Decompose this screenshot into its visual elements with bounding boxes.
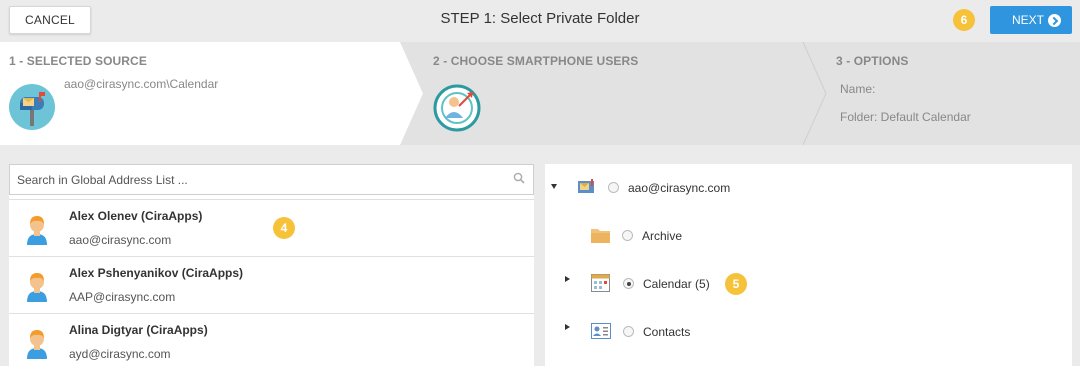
user-name: Alex Olenev (CiraApps)	[69, 209, 203, 223]
user-name: Alina Digtyar (CiraApps)	[69, 323, 208, 337]
user-list-item[interactable]: Alex Olenev (CiraApps) aao@cirasync.com …	[9, 199, 534, 256]
search-placeholder: Search in Global Address List ...	[17, 173, 188, 187]
tree-item-label: Calendar (5)	[643, 277, 710, 291]
user-list-item[interactable]: Alina Digtyar (CiraApps) ayd@cirasync.co…	[9, 313, 534, 366]
radio-button[interactable]	[622, 230, 633, 241]
radio-button-selected[interactable]	[623, 278, 634, 289]
caret-right-icon[interactable]	[565, 324, 570, 330]
caret-right-icon[interactable]	[565, 276, 570, 282]
next-button[interactable]: NEXT	[990, 6, 1072, 34]
tree-root-label: aao@cirasync.com	[628, 181, 731, 195]
step-2-title: 2 - CHOOSE SMARTPHONE USERS	[433, 54, 639, 68]
options-folder-label: Folder: Default Calendar	[840, 110, 971, 124]
radio-button[interactable]	[608, 182, 619, 193]
user-email: aao@cirasync.com	[69, 233, 172, 247]
tree-item-contacts[interactable]: Contacts	[545, 320, 1072, 344]
user-avatar-icon	[27, 216, 47, 245]
user-email: ayd@cirasync.com	[69, 347, 171, 361]
search-icon	[513, 172, 525, 184]
mailbox-icon	[9, 84, 55, 130]
step-1-title: 1 - SELECTED SOURCE	[9, 54, 147, 68]
selected-source-path: aao@cirasync.com\Calendar	[64, 77, 219, 91]
user-email: AAP@cirasync.com	[69, 290, 176, 304]
calendar-icon	[591, 274, 610, 292]
step-badge-6: 6	[953, 9, 975, 31]
tree-item-label: Contacts	[643, 325, 691, 339]
folder-tree-panel: aao@cirasync.com Archive Calendar (5) 5	[545, 164, 1072, 366]
step-3-title: 3 - OPTIONS	[836, 54, 909, 68]
radio-button[interactable]	[623, 326, 634, 337]
contacts-icon	[591, 323, 611, 339]
step-badge-5: 5	[725, 273, 747, 295]
options-name-label: Name:	[840, 82, 876, 96]
mailbox-account-icon	[578, 179, 594, 193]
user-list-item[interactable]: Alex Pshenyanikov (CiraApps) AAP@cirasyn…	[9, 256, 534, 313]
caret-down-icon[interactable]	[551, 184, 557, 189]
page-title: STEP 1: Select Private Folder	[440, 10, 640, 27]
next-button-label: NEXT	[1012, 13, 1045, 27]
wizard-steps: 1 - SELECTED SOURCE aao@cirasync.com\Cal…	[0, 42, 1080, 145]
user-avatar-icon	[27, 273, 47, 302]
search-input[interactable]: Search in Global Address List ...	[9, 164, 534, 195]
tree-item-label: Archive	[642, 229, 683, 243]
tree-root[interactable]: aao@cirasync.com	[545, 176, 1072, 200]
user-avatar-icon	[27, 330, 47, 359]
user-list-panel: Search in Global Address List ... Alex O…	[9, 164, 534, 366]
tree-item-archive[interactable]: Archive	[545, 224, 1072, 248]
arrow-right-icon	[1048, 14, 1061, 27]
top-bar: CANCEL STEP 1: Select Private Folder 6 N…	[0, 0, 1080, 42]
user-name: Alex Pshenyanikov (CiraApps)	[69, 266, 244, 280]
target-user-icon	[433, 84, 481, 132]
tree-item-calendar[interactable]: Calendar (5) 5	[545, 272, 1072, 296]
step-badge-4: 4	[273, 217, 295, 239]
folder-icon	[591, 229, 610, 243]
